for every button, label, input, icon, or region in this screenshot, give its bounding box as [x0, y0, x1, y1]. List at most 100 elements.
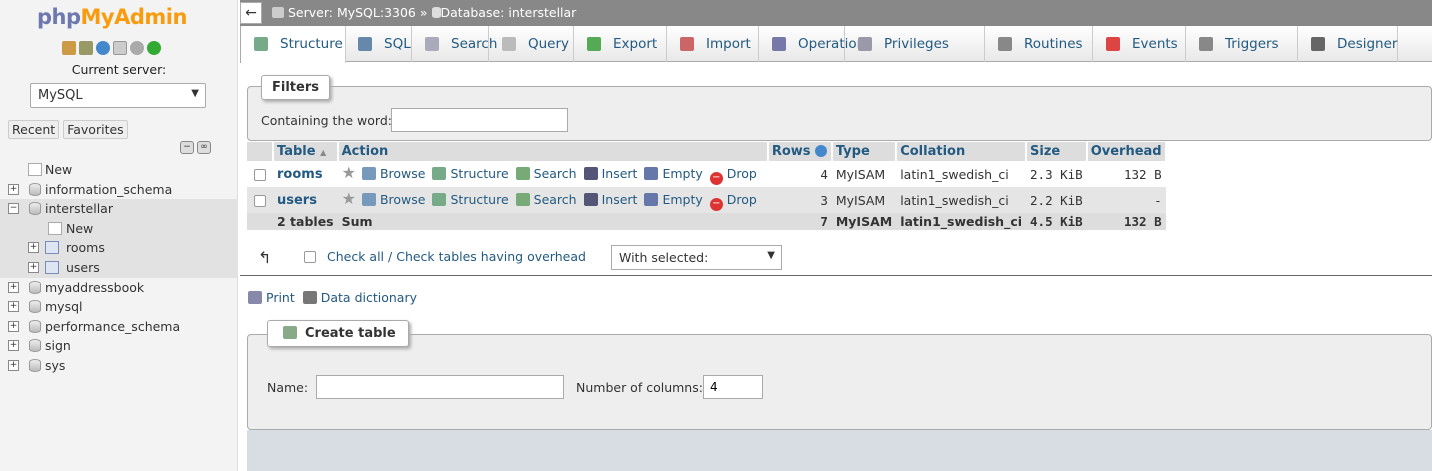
- check-all-links: Check all / Check tables having overhead: [327, 249, 586, 264]
- row-checkbox[interactable]: [253, 195, 266, 207]
- tree-item-myaddressbook[interactable]: + myaddressbook: [0, 278, 238, 298]
- nav-icon-bar: [62, 41, 161, 55]
- expand-icon[interactable]: +: [8, 359, 19, 371]
- empty-icon: [644, 193, 659, 206]
- header-rows[interactable]: Rows: [767, 142, 833, 161]
- tab-designer[interactable]: Designer: [1298, 26, 1398, 62]
- table-name[interactable]: users: [273, 187, 338, 213]
- logout-icon[interactable]: [79, 41, 93, 55]
- drop-icon: −: [709, 198, 723, 211]
- action-empty[interactable]: Empty: [644, 166, 703, 181]
- tab-routines[interactable]: Routines: [985, 26, 1093, 62]
- action-drop[interactable]: − Drop: [709, 166, 757, 185]
- expand-icon[interactable]: +: [28, 242, 39, 254]
- header-type[interactable]: Type: [831, 142, 898, 161]
- expand-icon[interactable]: +: [28, 261, 39, 273]
- action-label: Drop: [726, 166, 757, 181]
- action-structure[interactable]: Structure: [432, 192, 509, 207]
- table-row: users ★ Browse Structure Search Insert Empty −…: [247, 187, 1166, 213]
- action-search[interactable]: Search: [515, 166, 577, 181]
- overhead: -: [1086, 187, 1166, 213]
- tree-item-information-schema[interactable]: + information_schema: [0, 180, 238, 200]
- tree-item-New[interactable]: New: [0, 160, 238, 180]
- expand-icon[interactable]: +: [8, 301, 19, 313]
- header-table[interactable]: Table ▲: [273, 142, 339, 161]
- collapse-nav-button[interactable]: ←: [240, 2, 262, 24]
- collapse-all-icon[interactable]: −: [180, 141, 194, 154]
- action-drop[interactable]: − Drop: [709, 192, 757, 211]
- recent-tab[interactable]: Recent: [8, 120, 60, 139]
- tree-item-rooms[interactable]: + rooms: [0, 238, 238, 258]
- server-select[interactable]: MySQL ▼: [30, 83, 206, 108]
- row-checkbox[interactable]: [253, 169, 266, 181]
- sort-asc-icon: ▲: [320, 148, 327, 157]
- expand-icon[interactable]: +: [8, 281, 19, 293]
- action-empty[interactable]: Empty: [644, 192, 703, 207]
- engine-type: MyISAM: [831, 187, 897, 213]
- action-insert[interactable]: Insert: [583, 192, 637, 207]
- table-name-input[interactable]: [316, 375, 564, 399]
- favorites-tab[interactable]: Favorites: [63, 120, 128, 139]
- settings-gear-icon[interactable]: [130, 41, 144, 55]
- action-label: Empty: [662, 192, 703, 207]
- breadcrumb-database[interactable]: Database: interstellar: [441, 5, 577, 20]
- tree-item-performance-schema[interactable]: + performance_schema: [0, 317, 238, 337]
- number-of-columns-input[interactable]: [703, 375, 763, 399]
- tree-item-sign[interactable]: + sign: [0, 336, 238, 356]
- table-name[interactable]: rooms: [273, 161, 338, 187]
- docs-icon[interactable]: [113, 41, 127, 55]
- tree-item-mysql[interactable]: + mysql: [0, 297, 238, 317]
- tab-sql[interactable]: SQL: [345, 26, 412, 62]
- header-collation[interactable]: Collation: [896, 142, 1028, 161]
- action-insert[interactable]: Insert: [583, 166, 637, 181]
- reload-icon[interactable]: [147, 41, 161, 55]
- row-count: 4: [767, 161, 832, 187]
- header-size[interactable]: Size: [1026, 142, 1088, 161]
- expand-icon[interactable]: +: [8, 340, 19, 352]
- collapse-icon[interactable]: −: [8, 203, 19, 215]
- search-icon: [425, 37, 439, 51]
- expand-icon[interactable]: +: [8, 320, 19, 332]
- tab-search[interactable]: Search: [412, 26, 497, 62]
- tab-events[interactable]: Events: [1093, 26, 1186, 62]
- action-structure[interactable]: Structure: [432, 166, 509, 181]
- tree-item-sys[interactable]: + sys: [0, 356, 238, 376]
- data-dictionary-link[interactable]: Data dictionary: [321, 290, 417, 305]
- tab-structure[interactable]: Structure: [240, 26, 346, 63]
- help-icon[interactable]: [96, 41, 110, 55]
- action-search[interactable]: Search: [515, 192, 577, 207]
- tree-item-New[interactable]: New: [0, 218, 238, 239]
- tab-operations[interactable]: Operations: [759, 26, 872, 62]
- filter-input[interactable]: [391, 108, 568, 132]
- check-all-checkbox[interactable]: [304, 251, 316, 263]
- new-icon: [48, 221, 62, 235]
- home-icon[interactable]: [62, 41, 76, 55]
- tab-privileges[interactable]: Privileges: [845, 26, 985, 62]
- favorite-star-icon[interactable]: ★: [342, 163, 356, 182]
- action-browse[interactable]: Browse: [361, 192, 425, 207]
- filters-legend: Filters: [261, 75, 330, 100]
- print-link[interactable]: Print: [266, 290, 295, 305]
- tab-label: Routines: [1024, 36, 1083, 52]
- tree-item-interstellar[interactable]: − interstellar: [0, 199, 238, 219]
- tab-triggers[interactable]: Triggers: [1186, 26, 1298, 62]
- favorite-star-icon[interactable]: ★: [342, 189, 356, 208]
- tab-import[interactable]: Import: [667, 26, 759, 62]
- check-overhead-link[interactable]: Check tables having overhead: [396, 249, 586, 264]
- action-browse[interactable]: Browse: [361, 166, 425, 181]
- expand-icon[interactable]: +: [8, 183, 19, 195]
- action-label: Structure: [450, 192, 509, 207]
- link-with-main-icon[interactable]: ∞: [197, 141, 211, 154]
- help-icon[interactable]: [815, 145, 828, 157]
- breadcrumb-server[interactable]: Server: MySQL:3306: [288, 5, 416, 20]
- tab-query[interactable]: Query: [489, 26, 574, 62]
- action-label: Empty: [662, 166, 703, 181]
- header-overhead[interactable]: Overhead: [1086, 142, 1167, 161]
- phpmyadmin-logo[interactable]: phpMyAdmin: [37, 5, 187, 29]
- new-icon: [28, 163, 42, 176]
- check-all-link[interactable]: Check all: [327, 249, 384, 264]
- tree-item-users[interactable]: + users: [0, 257, 238, 278]
- tab-export[interactable]: Export: [574, 26, 667, 62]
- arrow-ltr-icon: ↰: [258, 248, 272, 267]
- with-selected-select[interactable]: With selected: ▼: [611, 245, 782, 270]
